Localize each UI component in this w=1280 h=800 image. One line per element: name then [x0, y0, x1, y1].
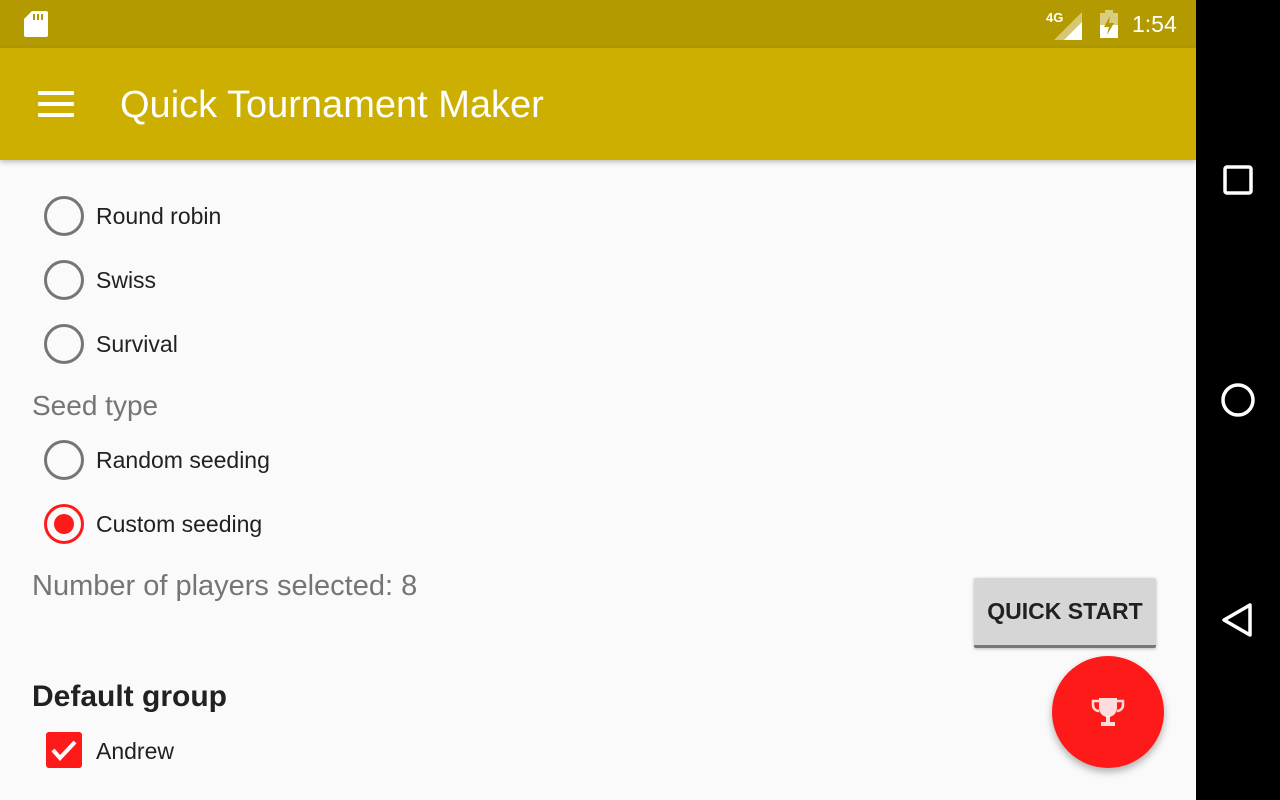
battery-charging-icon — [1100, 10, 1118, 38]
radio-custom-seeding[interactable]: Custom seeding — [40, 500, 740, 548]
radio-label: Round robin — [96, 203, 222, 229]
radio-button[interactable] — [44, 324, 84, 364]
hamburger-menu-icon[interactable] — [36, 89, 76, 119]
group-title: Default group — [32, 680, 227, 713]
radio-label: Random seeding — [96, 447, 270, 473]
players-selected-count: Number of players selected: 8 — [32, 570, 418, 602]
app-bar: Quick Tournament Maker — [0, 48, 1196, 160]
status-bar: 4G 1:54 — [0, 0, 1196, 48]
player-item-andrew[interactable]: Andrew — [40, 726, 540, 774]
player-checkbox[interactable] — [46, 732, 82, 768]
radio-label: Swiss — [96, 267, 157, 293]
radio-button[interactable] — [44, 260, 84, 300]
radio-label: Custom seeding — [96, 511, 263, 537]
radio-survival[interactable]: Survival — [40, 320, 740, 368]
seed-type-heading: Seed type — [32, 390, 159, 421]
radio-random-seeding[interactable]: Random seeding — [40, 436, 740, 484]
triangle-back-icon[interactable] — [1214, 596, 1262, 644]
start-tournament-fab[interactable] — [1052, 656, 1164, 768]
trophy-icon — [1091, 698, 1125, 726]
app-screen: 4G 1:54 Quick Tournament Maker Round rob… — [0, 0, 1196, 800]
sd-card-icon — [24, 11, 48, 37]
system-navigation-bar — [1196, 0, 1280, 800]
square-recents-icon[interactable] — [1214, 156, 1262, 204]
radio-button[interactable] — [44, 196, 84, 236]
radio-round-robin[interactable]: Round robin — [40, 192, 740, 240]
network-signal-icon: 4G — [1046, 10, 1082, 40]
checkmark-icon — [51, 740, 77, 761]
circle-home-icon[interactable] — [1214, 376, 1262, 424]
radio-button[interactable] — [44, 440, 84, 480]
player-name: Andrew — [96, 738, 174, 764]
radio-label: Survival — [96, 331, 178, 357]
radio-swiss[interactable]: Swiss — [40, 256, 740, 304]
radio-button-selected[interactable] — [44, 504, 84, 544]
app-title: Quick Tournament Maker — [120, 84, 544, 126]
clock: 1:54 — [1132, 11, 1177, 37]
quick-start-button[interactable]: QUICK START — [974, 578, 1156, 648]
